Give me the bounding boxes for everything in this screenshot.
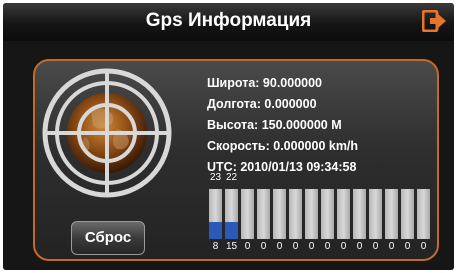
signal-bar <box>289 189 302 239</box>
signal-bar <box>305 189 318 239</box>
signal-value-label: 23 <box>209 172 222 183</box>
signal-bar <box>257 189 270 239</box>
satellite-id-label: 15 <box>225 241 238 252</box>
satellite-id-label: 0 <box>244 241 251 252</box>
signal-strength-labels: 23 22 <box>209 171 437 185</box>
gps-info-list: Широта: 90.000000 Долгота: 0.000000 Высо… <box>207 73 432 178</box>
signal-bar <box>273 189 286 239</box>
satellite-id-label: 0 <box>292 241 299 252</box>
satellite-id-label: 0 <box>340 241 347 252</box>
satellite-id-label: 0 <box>388 241 395 252</box>
gps-info-screen: Gps Информация Сброс Широта: 90.000000 Д… <box>3 3 454 270</box>
signal-bar <box>385 189 398 239</box>
signal-bar <box>241 189 254 239</box>
signal-bar-fill <box>225 222 238 239</box>
longitude-text: Долгота: 0.000000 <box>207 97 317 111</box>
exit-icon <box>421 9 446 33</box>
signal-bar <box>225 189 238 239</box>
gps-radar-icon <box>42 68 172 198</box>
signal-bar <box>353 189 366 239</box>
satellite-id-label: 0 <box>324 241 331 252</box>
signal-bar <box>321 189 334 239</box>
satellite-id-labels: 8 15 0 0 0 0 0 0 0 0 0 0 0 0 <box>209 240 437 254</box>
satellite-id-label: 0 <box>308 241 315 252</box>
page-title: Gps Информация <box>145 10 312 31</box>
title-bar: Gps Информация <box>3 3 454 41</box>
signal-bar-fill <box>209 222 222 239</box>
reset-button[interactable]: Сброс <box>71 221 145 255</box>
altitude-text: Высота: 150.000000 M <box>207 118 342 132</box>
signal-bar <box>209 189 222 239</box>
satellite-id-label: 0 <box>404 241 411 252</box>
signal-value-label: 22 <box>225 172 238 183</box>
signal-bar <box>337 189 350 239</box>
signal-bars <box>209 189 437 239</box>
satellite-id-label: 8 <box>212 241 219 252</box>
exit-button[interactable] <box>421 9 446 33</box>
satellite-id-label: 0 <box>260 241 267 252</box>
content-area: Сброс Широта: 90.000000 Долгота: 0.00000… <box>3 41 454 270</box>
gps-info-panel: Сброс Широта: 90.000000 Долгота: 0.00000… <box>33 59 439 261</box>
signal-bar <box>401 189 414 239</box>
satellite-id-label: 0 <box>372 241 379 252</box>
satellite-id-label: 0 <box>276 241 283 252</box>
speed-text: Скорость: 0.000000 km/h <box>207 139 359 153</box>
latitude-text: Широта: 90.000000 <box>207 76 323 90</box>
satellite-signal-chart: 23 22 8 15 0 0 0 0 0 0 0 0 0 0 0 0 <box>209 171 437 257</box>
satellite-id-label: 0 <box>356 241 363 252</box>
signal-bar <box>417 189 430 239</box>
signal-bar <box>369 189 382 239</box>
satellite-id-label: 0 <box>420 241 427 252</box>
